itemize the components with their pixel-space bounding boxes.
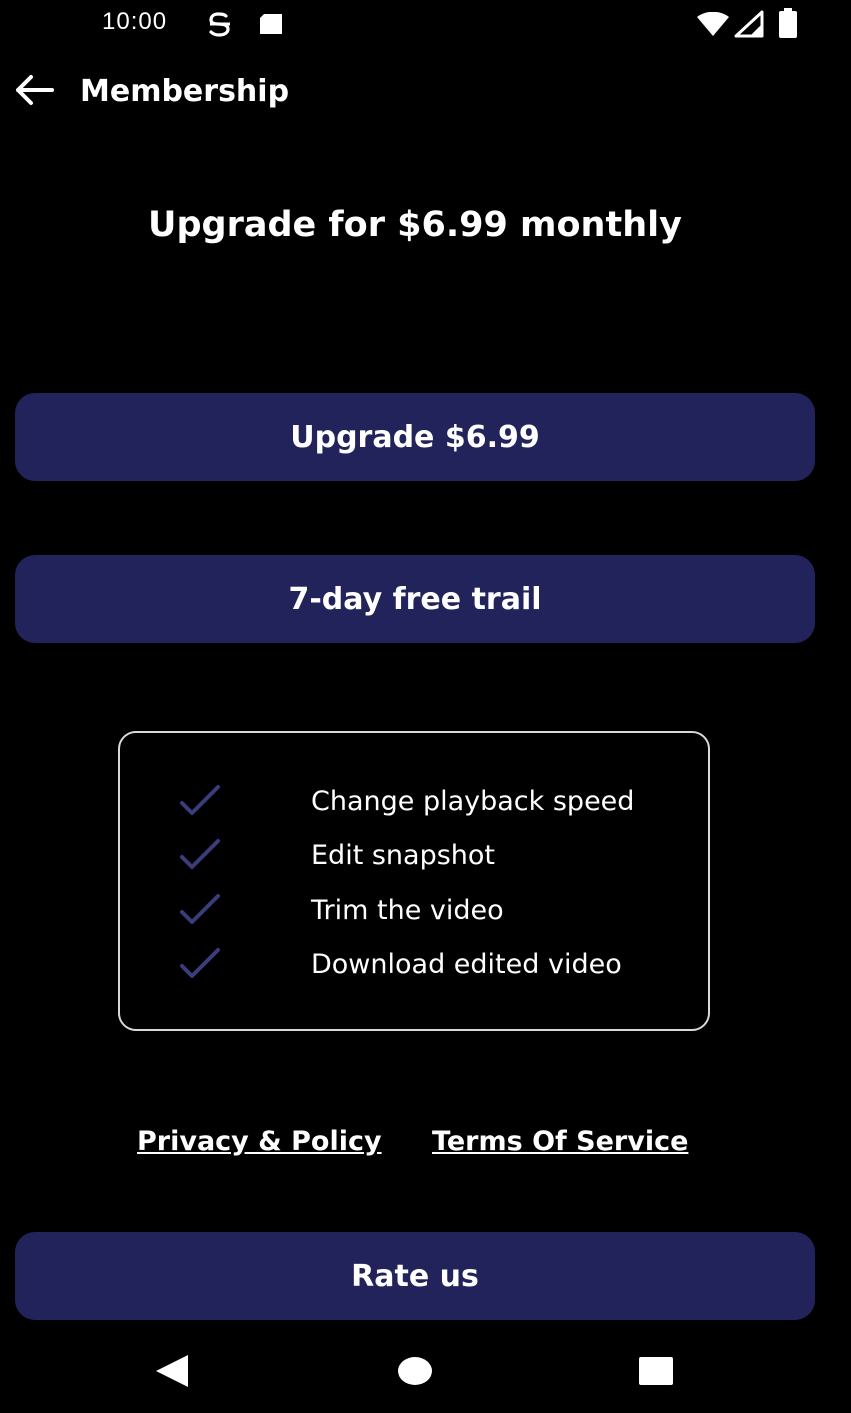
- signal-icon: [734, 10, 764, 42]
- triangle-back-icon: [154, 1354, 190, 1392]
- privacy-policy-link[interactable]: Privacy & Policy: [137, 1122, 382, 1162]
- rate-us-button[interactable]: Rate us: [15, 1232, 815, 1320]
- check-icon: [178, 783, 222, 823]
- upgrade-button[interactable]: Upgrade $6.99: [15, 393, 815, 481]
- check-icon: [178, 892, 222, 932]
- circle-home-icon: [397, 1355, 433, 1391]
- free-trial-button[interactable]: 7-day free trail: [15, 555, 815, 643]
- square-recents-icon: [638, 1356, 674, 1390]
- nav-home-button[interactable]: [385, 1349, 445, 1397]
- upgrade-headline: Upgrade for $6.99 monthly: [148, 205, 682, 245]
- status-bar: 10:00: [0, 0, 851, 48]
- check-icon: [178, 946, 222, 986]
- feature-item: Edit snapshot: [120, 829, 708, 883]
- wifi-icon: [696, 11, 730, 42]
- sync-icon: [206, 10, 234, 42]
- arrow-left-icon: [14, 74, 54, 110]
- feature-label: Trim the video: [311, 895, 504, 926]
- feature-item: Change playback speed: [120, 775, 708, 829]
- nav-back-button[interactable]: [142, 1349, 202, 1397]
- terms-of-service-link[interactable]: Terms Of Service: [432, 1122, 688, 1162]
- status-time: 10:00: [102, 8, 168, 35]
- feature-label: Edit snapshot: [311, 840, 496, 871]
- features-card: Change playback speed Edit snapshot Trim…: [118, 731, 710, 1031]
- feature-item: Trim the video: [120, 884, 708, 938]
- back-button[interactable]: [12, 72, 56, 112]
- system-nav-bar: [0, 1335, 851, 1413]
- feature-label: Download edited video: [311, 949, 622, 980]
- page-title: Membership: [80, 74, 290, 109]
- battery-icon: [778, 8, 798, 42]
- feature-label: Change playback speed: [311, 786, 635, 817]
- feature-item: Download edited video: [120, 938, 708, 992]
- check-icon: [178, 837, 222, 877]
- legal-links: Privacy & Policy Terms Of Service: [0, 1122, 851, 1162]
- nav-recents-button[interactable]: [626, 1349, 686, 1397]
- sd-card-icon: [258, 12, 284, 40]
